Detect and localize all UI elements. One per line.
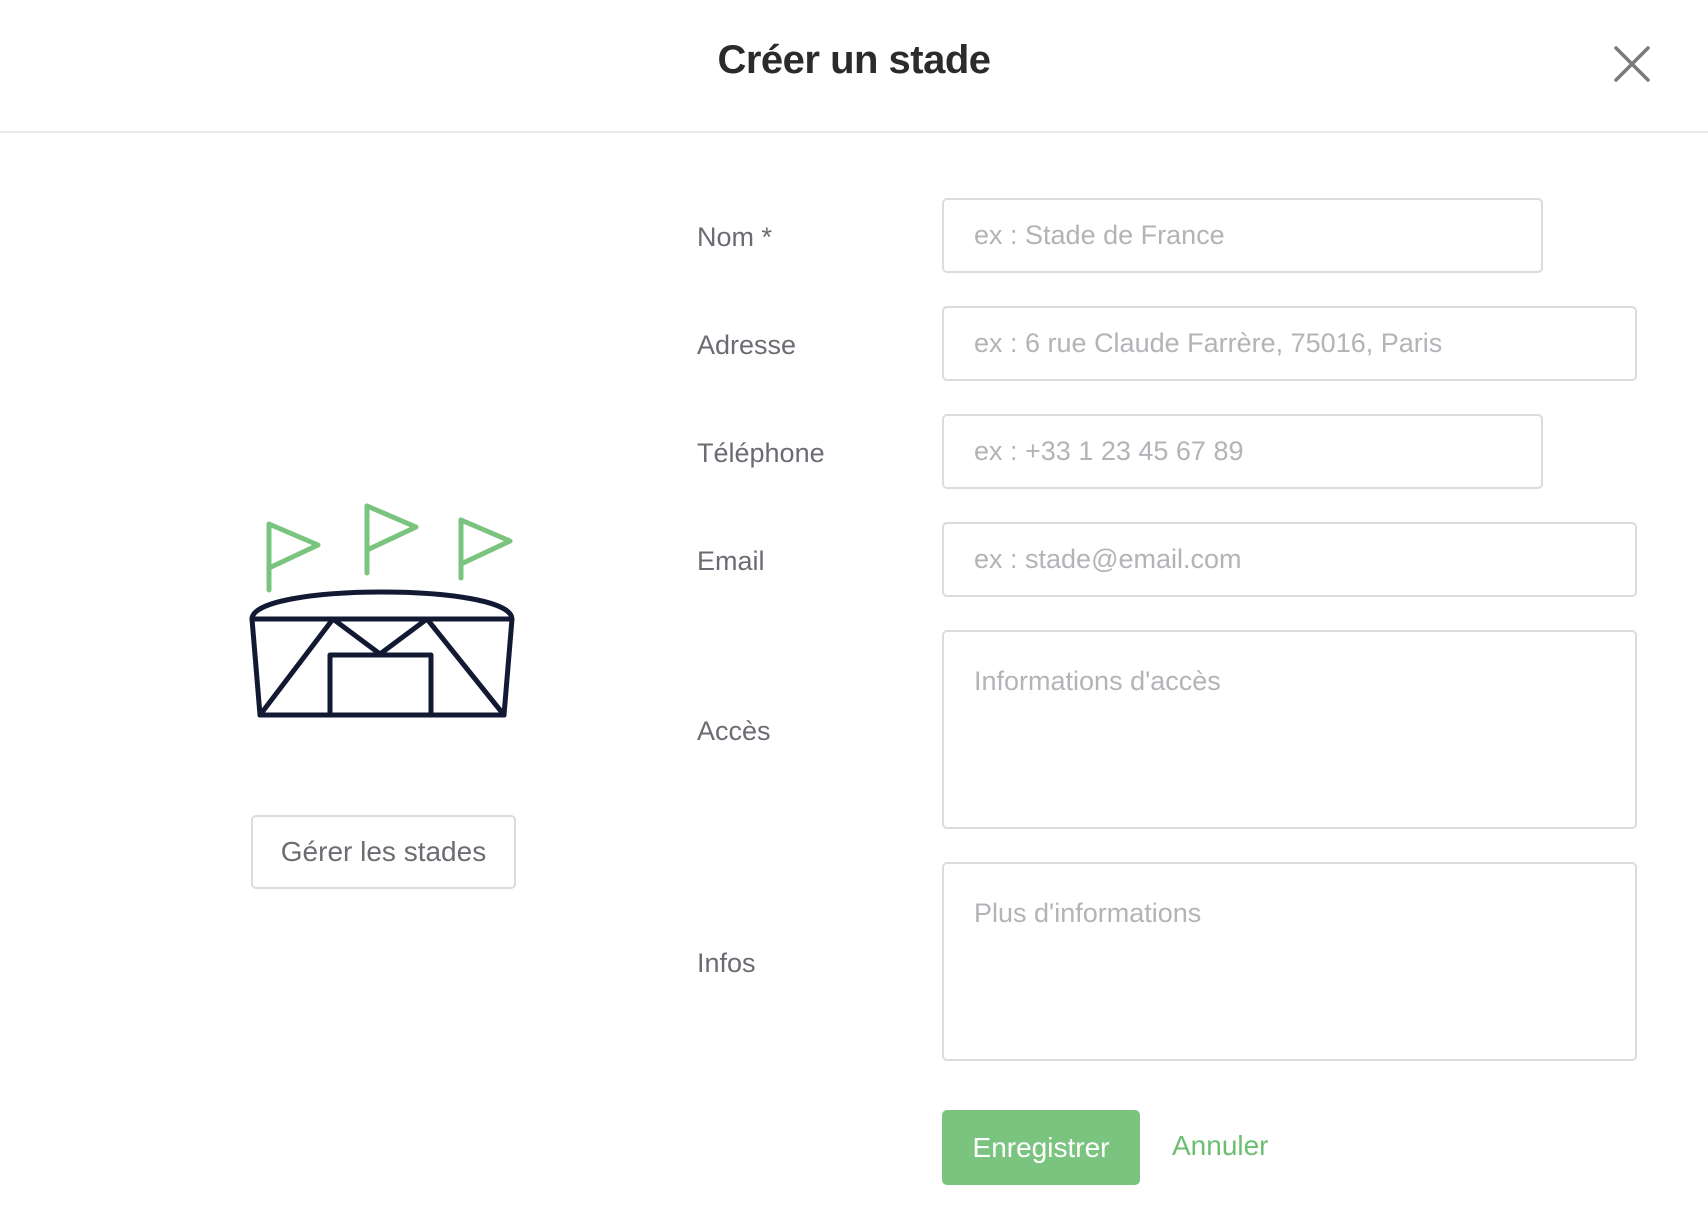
infos-textarea[interactable]: [942, 862, 1637, 1061]
email-label: Email: [697, 546, 765, 576]
email-input[interactable]: [942, 522, 1637, 597]
phone-label: Téléphone: [697, 438, 825, 468]
close-button[interactable]: [1610, 42, 1654, 86]
save-button[interactable]: Enregistrer: [942, 1110, 1140, 1185]
close-icon: [1614, 46, 1650, 82]
name-label: Nom *: [697, 222, 773, 252]
dialog-title: Créer un stade: [717, 38, 991, 82]
access-label: Accès: [697, 716, 771, 746]
address-input[interactable]: [942, 306, 1637, 381]
dialog-header: Créer un stade: [0, 0, 1708, 133]
cancel-link[interactable]: Annuler: [1172, 1130, 1269, 1162]
manage-stadiums-button[interactable]: Gérer les stades: [251, 815, 516, 889]
stadium-illustration: [240, 498, 530, 728]
address-label: Adresse: [697, 330, 797, 360]
name-input[interactable]: [942, 198, 1543, 273]
phone-input[interactable]: [942, 414, 1543, 489]
infos-label: Infos: [697, 948, 756, 978]
stadium-icon: [249, 503, 515, 718]
access-textarea[interactable]: [942, 630, 1637, 829]
